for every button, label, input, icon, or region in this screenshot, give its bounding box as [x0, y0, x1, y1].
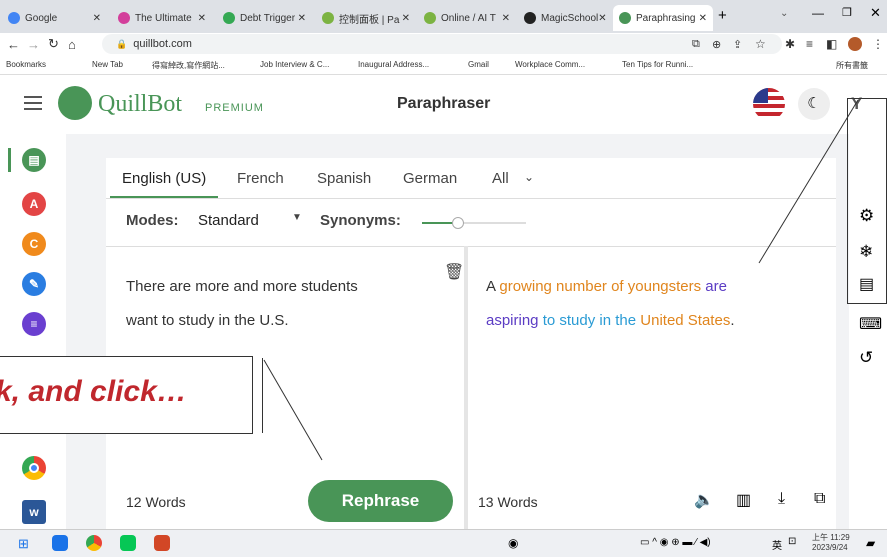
- windows-start-icon[interactable]: ⊞: [18, 536, 29, 552]
- cursor-bar: [262, 358, 263, 433]
- taskbar: ⊞ ◉ ▭ ^ ◉ ⊕ ▬ ⁄ ◀) 英 ⊡ 上午 11:29 2023/9/24…: [0, 529, 887, 557]
- ime-icon[interactable]: ⊡: [788, 536, 796, 547]
- line-icon[interactable]: [120, 535, 136, 551]
- powerpoint-icon[interactable]: [154, 535, 170, 551]
- clock-date: 2023/9/24: [812, 543, 848, 552]
- chrome-icon[interactable]: [86, 535, 102, 551]
- clock-time: 上午 11:29: [812, 533, 850, 542]
- ime-indicator[interactable]: 英: [772, 537, 782, 552]
- callout-lines: [263, 99, 859, 461]
- callout-text: k, and click…: [0, 375, 187, 408]
- clock[interactable]: 上午 11:29 2023/9/24: [812, 533, 850, 553]
- instruction-callout: k, and click…: [0, 356, 253, 434]
- app-icon[interactable]: ◉: [508, 536, 518, 550]
- notifications-icon[interactable]: ▰: [866, 536, 875, 550]
- tray-icon[interactable]: ▭ ^ ◉ ⊕ ▬ ⁄ ◀): [640, 537, 711, 548]
- skype-icon[interactable]: [52, 535, 68, 551]
